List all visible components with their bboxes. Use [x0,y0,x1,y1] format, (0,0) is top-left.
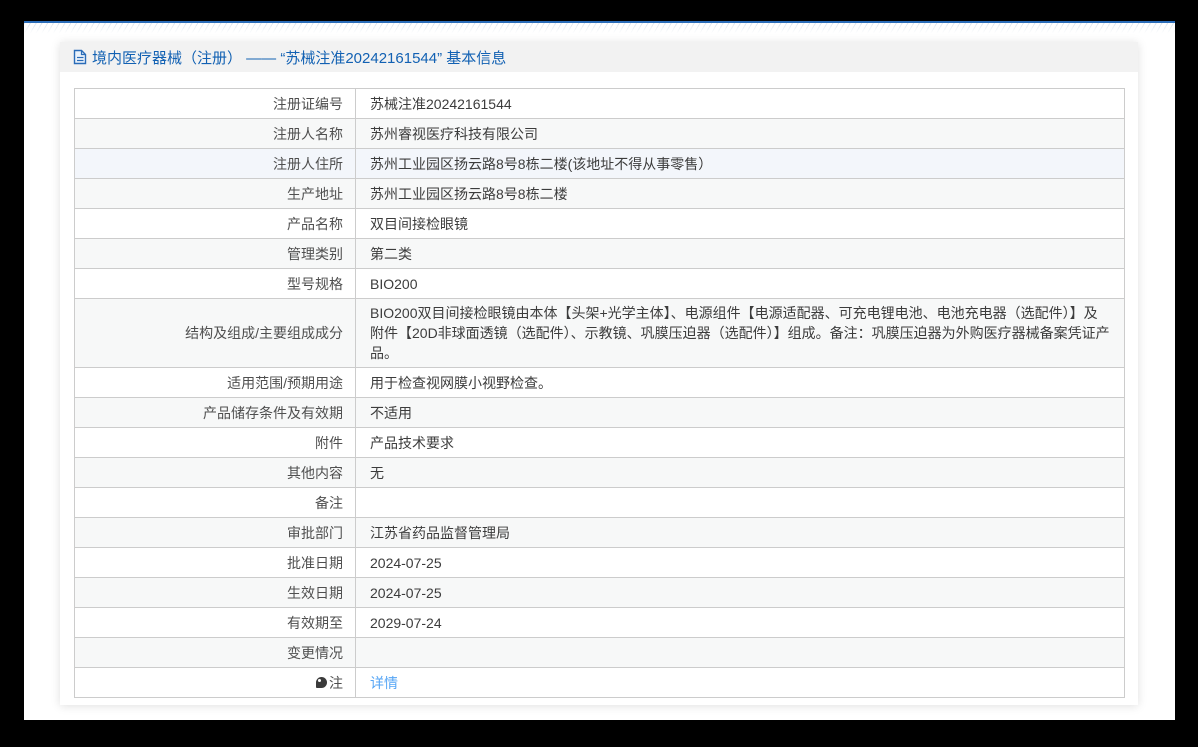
row-label: 管理类别 [74,238,356,269]
row-label: 有效期至 [74,607,356,638]
row-value: 用于检查视网膜小视野检查。 [355,367,1125,398]
row-value: 双目间接检眼镜 [355,208,1125,239]
row-label: 产品储存条件及有效期 [74,397,356,428]
row-value: 详情 [355,667,1125,698]
document-icon [73,49,87,65]
table-row: 生效日期 2024-07-25 [74,577,1125,608]
row-label: 批准日期 [74,547,356,578]
row-value: 产品技术要求 [355,427,1125,458]
row-value: 2029-07-24 [355,607,1125,638]
table-row: 有效期至 2029-07-24 [74,607,1125,638]
row-label: 适用范围/预期用途 [74,367,356,398]
row-label: 注 [74,667,356,698]
hatched-border-band [24,23,1175,34]
table-row: 适用范围/预期用途 用于检查视网膜小视野检查。 [74,367,1125,398]
table-row: 结构及组成/主要组成成分 BIO200双目间接检眼镜由本体【头架+光学主体】、电源… [74,298,1125,368]
row-value: 2024-07-25 [355,577,1125,608]
row-value: BIO200 [355,268,1125,299]
row-label: 产品名称 [74,208,356,239]
detail-link[interactable]: 详情 [370,675,398,691]
row-label: 变更情况 [74,637,356,668]
table-row: 附件 产品技术要求 [74,427,1125,458]
row-label: 型号规格 [74,268,356,299]
registration-info-card: 境内医疗器械（注册） —— “苏械注准20242161544” 基本信息 注册证… [60,42,1138,705]
page-title: 境内医疗器械（注册） —— “苏械注准20242161544” 基本信息 [92,49,507,67]
blue-accent-line [24,21,1175,23]
table-row: 型号规格 BIO200 [74,268,1125,299]
row-label: 注册人名称 [74,118,356,149]
row-label: 注册证编号 [74,88,356,119]
table-row: 注详情 [74,667,1125,698]
row-label: 其他内容 [74,457,356,488]
table-row: 其他内容无 [74,457,1125,488]
row-value: 苏州工业园区扬云路8号8栋二楼 [355,178,1125,209]
info-table-body: 注册证编号 苏械注准20242161544 注册人名称 苏州睿视医疗科技有限公司 注册人… [74,88,1125,698]
row-label: 审批部门 [74,517,356,548]
table-row: 产品名称 双目间接检眼镜 [74,208,1125,239]
row-label: 附件 [74,427,356,458]
table-row: 注册人住所 苏州工业园区扬云路8号8栋二楼(该地址不得从事零售） [74,148,1125,179]
row-value: 不适用 [355,397,1125,428]
row-value: BIO200双目间接检眼镜由本体【头架+光学主体】、电源组件【电源适配器、可充电… [355,298,1125,368]
table-row: 备注 [74,487,1125,518]
row-value: 苏州睿视医疗科技有限公司 [355,118,1125,149]
bottom-black-bar [0,720,1198,747]
table-row: 审批部门 江苏省药品监督管理局 [74,517,1125,548]
card-header: 境内医疗器械（注册） —— “苏械注准20242161544” 基本信息 [60,42,1138,72]
row-value: 2024-07-25 [355,547,1125,578]
registration-info-table: 注册证编号 苏械注准20242161544 注册人名称 苏州睿视医疗科技有限公司 注册人… [74,88,1125,698]
row-value: 无 [355,457,1125,488]
row-value [355,487,1125,518]
right-black-bar [1175,0,1198,747]
table-row: 批准日期 2024-07-25 [74,547,1125,578]
top-black-bar [0,0,1198,21]
card-body: 注册证编号 苏械注准20242161544 注册人名称 苏州睿视医疗科技有限公司 注册人… [60,72,1138,698]
row-value: 第二类 [355,238,1125,269]
row-value: 苏州工业园区扬云路8号8栋二楼(该地址不得从事零售） [355,148,1125,179]
row-label: 注册人住所 [74,148,356,179]
row-value: 苏械注准20242161544 [355,88,1125,119]
table-row: 产品储存条件及有效期 不适用 [74,397,1125,428]
table-row: 生产地址 苏州工业园区扬云路8号8栋二楼 [74,178,1125,209]
row-value: 江苏省药品监督管理局 [355,517,1125,548]
row-label: 生产地址 [74,178,356,209]
table-row: 注册人名称 苏州睿视医疗科技有限公司 [74,118,1125,149]
table-row: 注册证编号 苏械注准20242161544 [74,88,1125,119]
row-value [355,637,1125,668]
row-label: 备注 [74,487,356,518]
row-label: 生效日期 [74,577,356,608]
row-label: 结构及组成/主要组成成分 [74,298,356,368]
note-balloon-icon [316,676,327,689]
table-row: 管理类别 第二类 [74,238,1125,269]
table-row: 变更情况 [74,637,1125,668]
left-black-bar [0,0,24,747]
